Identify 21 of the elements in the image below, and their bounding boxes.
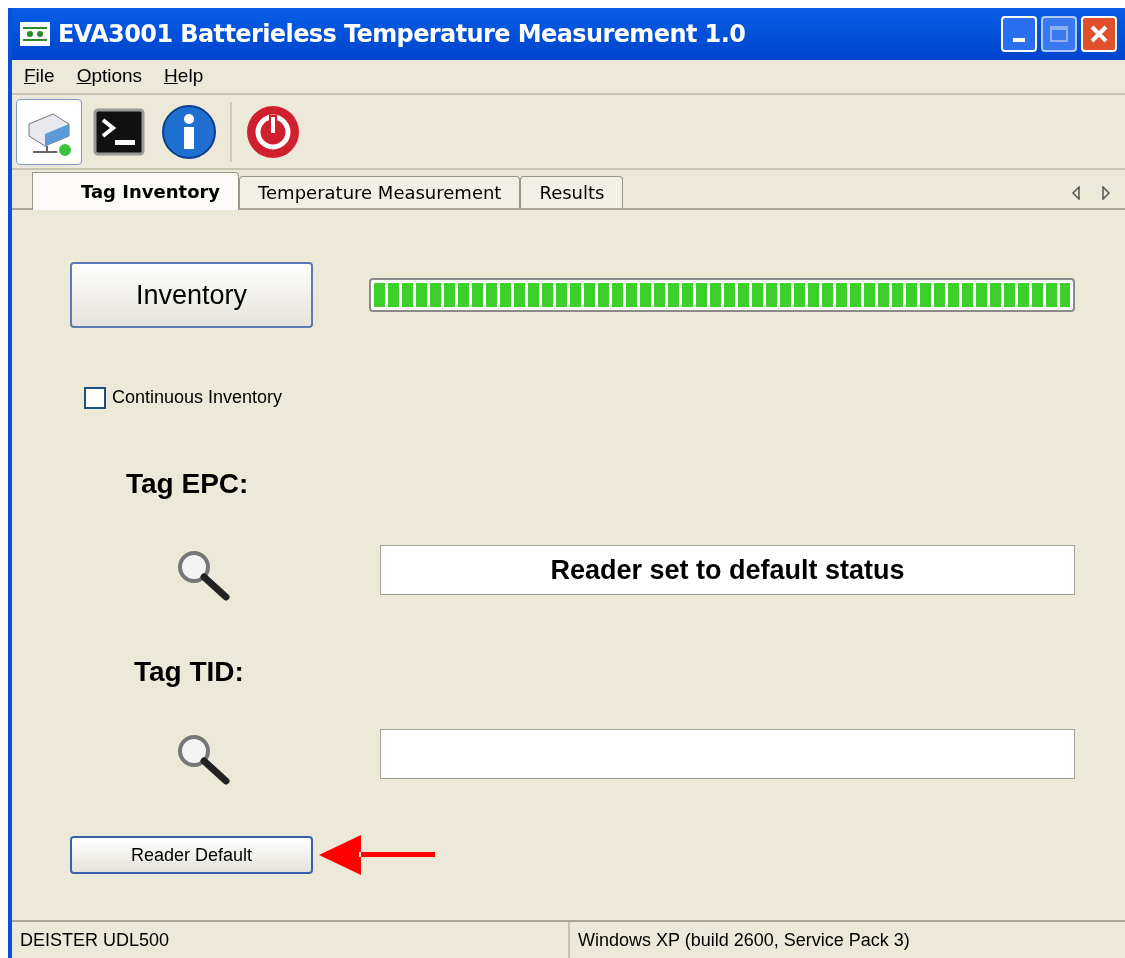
minimize-button[interactable] bbox=[1001, 16, 1037, 52]
status-text: DEISTER UDL500 bbox=[19, 928, 171, 952]
tab[interactable]: Tag Inventory bbox=[32, 172, 240, 210]
tab[interactable]: Temperature Measurement bbox=[239, 176, 521, 208]
close-icon bbox=[1089, 24, 1109, 44]
scroll-right-icon[interactable] bbox=[1101, 186, 1111, 200]
inventory-button[interactable]: Inventory bbox=[70, 262, 313, 328]
menu-item[interactable]: Options bbox=[76, 62, 143, 91]
checkbox[interactable] bbox=[84, 386, 106, 409]
scroll-left-icon[interactable] bbox=[1071, 186, 1081, 200]
checkbox-label: Continuous Inventory bbox=[112, 386, 283, 409]
menu-item[interactable]: File bbox=[24, 62, 55, 91]
window-title: EVA3001 Batterieless Temperature Measurement 1.0 bbox=[58, 19, 746, 50]
app-logo-icon bbox=[20, 22, 50, 46]
field-label: Tag EPC: bbox=[126, 467, 249, 501]
reader-default-button[interactable]: Reader Default bbox=[70, 836, 313, 874]
field-label: Tag TID: bbox=[134, 655, 244, 689]
close-button[interactable] bbox=[1081, 16, 1117, 52]
status-text: Windows XP (build 2600, Service Pack 3) bbox=[568, 922, 1125, 958]
tab[interactable]: Results bbox=[520, 176, 624, 208]
menu-item[interactable]: Help bbox=[164, 62, 204, 91]
